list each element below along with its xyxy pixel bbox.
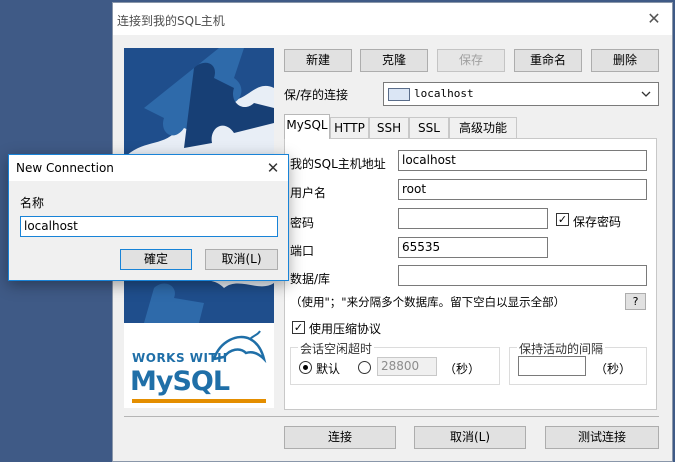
user-label: 用户名 [290,186,327,200]
keepalive-input[interactable] [518,356,586,376]
dialog-cancel-button[interactable]: 取消(L) [205,249,278,270]
compression-label: 使用压缩协议 [309,322,382,336]
keepalive-title: 保持活动的间隔 [517,340,606,357]
timeout-seconds-label: （秒） [444,362,481,376]
saved-connection-label: 保/存的连接 [284,88,349,102]
connection-name-input[interactable]: localhost [20,216,278,237]
tab-ssl[interactable]: SSL [409,117,449,138]
custom-timeout-radio[interactable] [358,361,371,374]
cancel-button[interactable]: 取消(L) [414,426,526,449]
default-timeout-label: 默认 [316,362,341,376]
database-input[interactable] [398,265,647,286]
chevron-down-icon [641,91,651,97]
saved-connection-select[interactable]: localhost [383,82,659,106]
save-password-checkbox[interactable]: ✓ [556,213,569,226]
new-connection-title-bar: New Connection ✕ [9,155,288,181]
help-button[interactable]: ? [625,293,646,310]
new-connection-dialog: New Connection ✕ 名称 localhost 確定 取消(L) [8,154,289,281]
user-input[interactable]: root [398,179,647,200]
bottom-separator [124,416,659,417]
save-button[interactable]: 保存 [437,49,505,72]
database-hint: （使用"；"来分隔多个数据库。留下空白以显示全部） [290,295,566,309]
close-icon[interactable]: ✕ [641,8,667,30]
default-timeout-radio[interactable] [299,361,312,374]
saved-connection-value: localhost [414,87,474,100]
rename-button[interactable]: 重命名 [514,49,582,72]
port-input[interactable]: 65535 [398,237,548,258]
new-button[interactable]: 新建 [284,49,352,72]
tab-advanced[interactable]: 高级功能 [449,117,517,138]
timeout-input[interactable]: 28800 [377,357,437,376]
tab-mysql[interactable]: MySQL [284,114,330,139]
ok-button[interactable]: 確定 [120,249,192,270]
connection-name-label: 名称 [20,196,45,210]
clone-button[interactable]: 克隆 [360,49,428,72]
password-input[interactable] [398,208,548,229]
save-password-label: 保存密码 [573,215,622,229]
keepalive-seconds-label: （秒） [595,362,632,376]
window-title: 连接到我的SQL主机 [117,14,225,28]
new-connection-title: New Connection [16,161,114,175]
password-label: 密码 [290,216,315,230]
database-label: 数据/库 [290,272,331,286]
close-icon[interactable]: ✕ [261,157,285,179]
compression-checkbox[interactable]: ✓ [292,321,305,334]
host-label: 我的SQL主机地址 [290,157,386,171]
host-input[interactable]: localhost [398,150,647,171]
test-connection-button[interactable]: 测试连接 [545,426,659,449]
tab-ssh[interactable]: SSH [369,117,409,138]
mysql-logo: MySQL [130,366,230,397]
dolphin-icon [212,330,267,364]
logo-underline [132,399,266,403]
tab-http[interactable]: HTTP [330,117,369,138]
connect-button[interactable]: 连接 [284,426,396,449]
delete-button[interactable]: 删除 [591,49,659,72]
session-timeout-title: 会话空闲超时 [298,340,375,357]
connection-color-swatch [388,88,410,101]
title-bar: 连接到我的SQL主机 ✕ [113,3,672,35]
port-label: 端口 [290,244,315,258]
